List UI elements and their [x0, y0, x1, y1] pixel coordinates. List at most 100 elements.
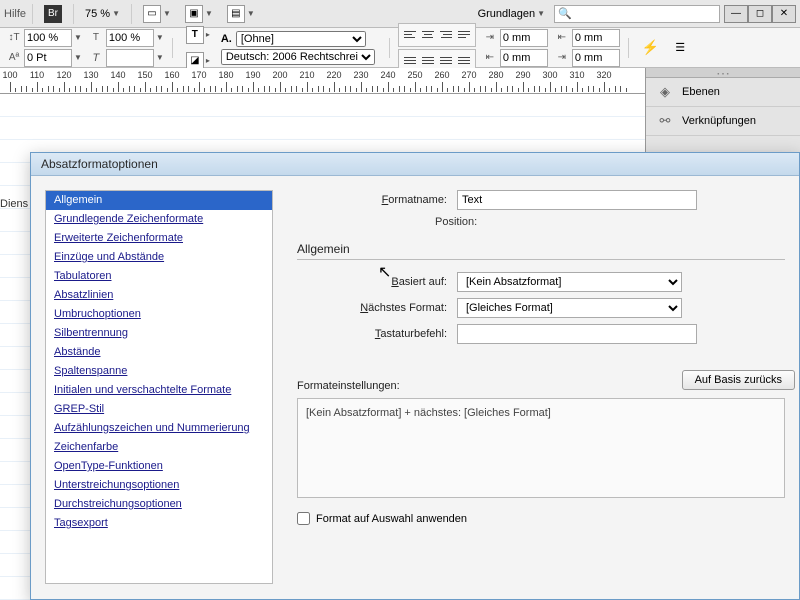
- category-item[interactable]: Tabulatoren: [46, 267, 272, 286]
- indent-right-icon: ⇤: [554, 30, 570, 46]
- input-tastatur[interactable]: [457, 324, 697, 344]
- reset-to-base-button[interactable]: Auf Basis zurücks: [682, 370, 795, 390]
- label-settings: Formateinstellungen:: [297, 380, 400, 392]
- menu-help[interactable]: Hilfe: [4, 8, 26, 20]
- workspace-dropdown[interactable]: Grundlagen ▼: [473, 5, 550, 23]
- paragraph-style-options-dialog: Absatzformatoptionen AllgemeinGrundlegen…: [30, 152, 800, 600]
- panel-handle[interactable]: [646, 68, 800, 78]
- input-formatname[interactable]: [457, 190, 697, 210]
- dialog-titlebar[interactable]: Absatzformatoptionen: [31, 153, 799, 176]
- category-item[interactable]: OpenType-Funktionen: [46, 457, 272, 476]
- dialog-category-list[interactable]: AllgemeinGrundlegende ZeichenformateErwe…: [45, 190, 273, 584]
- language-select[interactable]: Deutsch: 2006 Rechtschreib: [221, 49, 375, 65]
- category-item[interactable]: Umbruchoptionen: [46, 305, 272, 324]
- category-item[interactable]: Silbentrennung: [46, 324, 272, 343]
- indent-right-input[interactable]: [572, 29, 620, 47]
- control-menu-button[interactable]: ☰: [670, 38, 690, 57]
- checkbox-apply-to-selection[interactable]: [297, 512, 310, 525]
- settings-summary-box: [Kein Absatzformat] + nächstes: [Gleiche…: [297, 398, 785, 498]
- vertical-scale-input[interactable]: [106, 29, 154, 47]
- skew-input[interactable]: [106, 49, 154, 67]
- justify-right-button[interactable]: [437, 52, 455, 70]
- dialog-body: AllgemeinGrundlegende ZeichenformateErwe…: [31, 176, 799, 598]
- panel-verknuepfungen[interactable]: ⚯ Verknüpfungen: [646, 107, 800, 136]
- panel-label: Verknüpfungen: [682, 115, 756, 127]
- category-item[interactable]: Initialen und verschachtelte Formate: [46, 381, 272, 400]
- view-icon: ▭: [143, 5, 161, 23]
- separator: [73, 4, 74, 24]
- links-icon: ⚯: [656, 113, 674, 129]
- row-apply: Format auf Auswahl anwenden: [297, 512, 785, 525]
- baseline-shift-input[interactable]: [24, 49, 72, 67]
- chevron-down-icon: ▼: [74, 53, 82, 62]
- search-icon: 🔍: [558, 7, 572, 20]
- skew-icon: T: [88, 50, 104, 66]
- select-naechstes[interactable]: [Gleiches Format]: [457, 298, 682, 318]
- char-style-icon: A.: [221, 33, 232, 45]
- arrange-button[interactable]: ▤▼: [222, 2, 260, 26]
- minimize-button[interactable]: —: [724, 5, 748, 23]
- category-item[interactable]: Tagsexport: [46, 514, 272, 533]
- maximize-button[interactable]: ◻: [748, 5, 772, 23]
- type-fill-group: T▸ ◪▸: [181, 23, 215, 73]
- category-item[interactable]: Einzüge und Abstände: [46, 248, 272, 267]
- type-color-icon: T: [186, 26, 204, 44]
- view-mode-button-1[interactable]: ▭▼: [138, 2, 176, 26]
- category-item[interactable]: Grundlegende Zeichenformate: [46, 210, 272, 229]
- category-item[interactable]: Spaltenspanne: [46, 362, 272, 381]
- horizontal-scale-input[interactable]: [24, 29, 72, 47]
- quick-apply-button[interactable]: ⚡: [637, 36, 664, 59]
- category-item[interactable]: Abstände: [46, 343, 272, 362]
- category-item[interactable]: Erweiterte Zeichenformate: [46, 229, 272, 248]
- search-input[interactable]: [554, 5, 720, 23]
- screen-icon: ▣: [185, 5, 203, 23]
- indent-first-icon: ⇤: [482, 50, 498, 66]
- search-wrap: 🔍: [554, 5, 720, 23]
- close-button[interactable]: ✕: [772, 5, 796, 23]
- align-left-button[interactable]: [401, 26, 419, 44]
- section-heading: Allgemein: [297, 242, 785, 260]
- justify-left-button[interactable]: [401, 52, 419, 70]
- chevron-down-icon: ▸: [206, 30, 210, 39]
- label-position: Position:: [435, 216, 785, 228]
- chevron-down-icon: ▸: [206, 56, 210, 65]
- label-basiert: Basiert auf:: [297, 276, 447, 288]
- chevron-down-icon: ▼: [112, 9, 120, 18]
- chevron-down-icon: ▼: [74, 33, 82, 42]
- chevron-down-icon: ▼: [156, 33, 164, 42]
- char-style-select[interactable]: [Ohne]: [236, 31, 366, 47]
- justify-center-button[interactable]: [419, 52, 437, 70]
- arrange-icon: ▤: [227, 5, 245, 23]
- chevron-down-icon: ▼: [156, 53, 164, 62]
- category-item[interactable]: Aufzählungszeichen und Nummerierung: [46, 419, 272, 438]
- justify-all-button[interactable]: [455, 52, 473, 70]
- horizontal-ruler: 1001101201301401501601701801902002102202…: [0, 68, 645, 94]
- layers-icon: ◈: [656, 84, 674, 100]
- type-color-button[interactable]: T▸: [181, 23, 215, 47]
- category-item[interactable]: Unterstreichungsoptionen: [46, 476, 272, 495]
- lightning-icon: ⚡: [642, 39, 659, 56]
- align-right-button[interactable]: [437, 26, 455, 44]
- align-center-button[interactable]: [419, 26, 437, 44]
- indent-left-input[interactable]: [500, 29, 548, 47]
- zoom-dropdown[interactable]: 75 % ▼: [80, 5, 125, 23]
- category-item[interactable]: GREP-Stil: [46, 400, 272, 419]
- panel-ebenen[interactable]: ◈ Ebenen: [646, 78, 800, 107]
- separator: [32, 4, 33, 24]
- category-item[interactable]: Durchstreichungsoptionen: [46, 495, 272, 514]
- bridge-icon: Br: [44, 5, 62, 23]
- category-item[interactable]: Zeichenfarbe: [46, 438, 272, 457]
- control-bar: ↕T▼ Aª▼ T▼ T▼ T▸ ◪▸ A.[Ohne] Deutsch: 20…: [0, 28, 800, 68]
- baseline-shift-icon: Aª: [6, 50, 22, 66]
- indent-first-input[interactable]: [500, 49, 548, 67]
- bridge-button[interactable]: Br: [39, 2, 67, 26]
- select-basiert[interactable]: [Kein Absatzformat]: [457, 272, 682, 292]
- category-item[interactable]: Absatzlinien: [46, 286, 272, 305]
- zoom-value: 75 %: [85, 8, 110, 20]
- panel-label: Ebenen: [682, 86, 720, 98]
- category-item[interactable]: Allgemein: [46, 191, 272, 210]
- align-justify-button[interactable]: [455, 26, 473, 44]
- chevron-down-icon: ▼: [247, 9, 255, 18]
- indent-last-input[interactable]: [572, 49, 620, 67]
- label-formatname: Formatname:: [297, 194, 447, 206]
